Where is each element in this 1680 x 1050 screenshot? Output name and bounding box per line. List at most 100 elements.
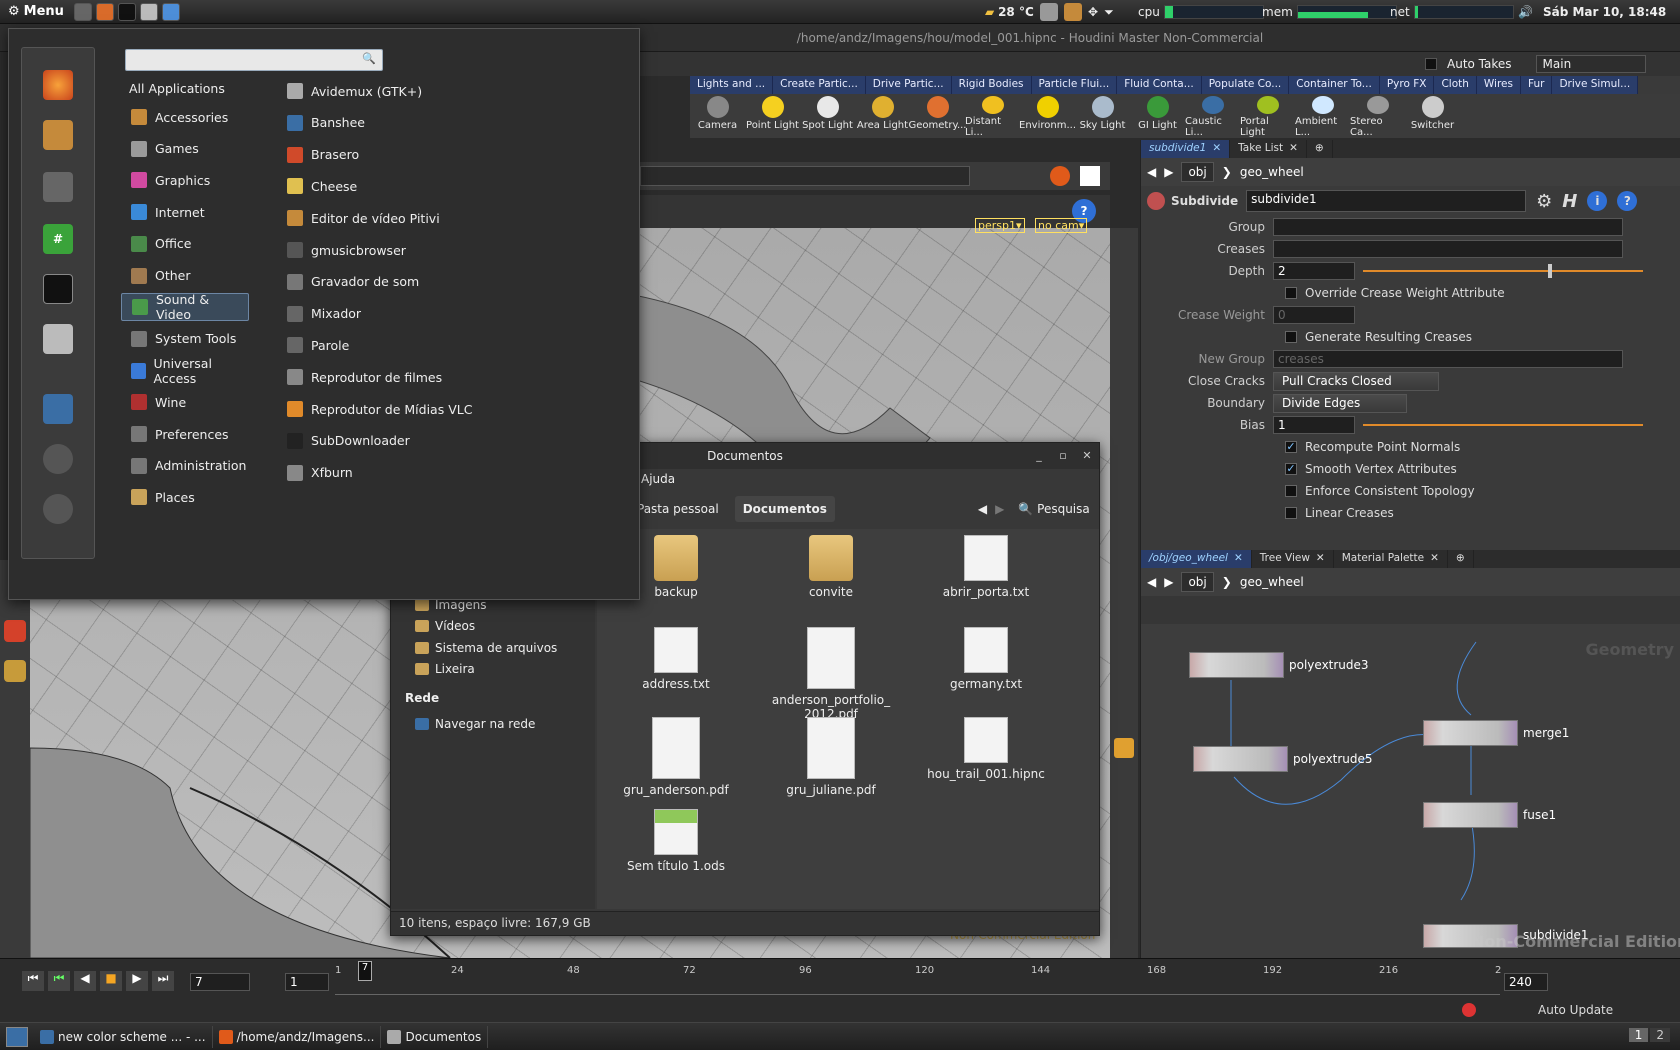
clock[interactable]: Sáb Mar 10, 18:48 bbox=[1543, 5, 1666, 19]
shelf-tool-area-light[interactable]: Area Light bbox=[855, 94, 910, 138]
shelf-tab-create-partic[interactable]: Create Partic... bbox=[773, 76, 866, 94]
dropbox-icon[interactable]: ✥ bbox=[1088, 5, 1098, 19]
step-back-key-icon[interactable]: ⏮ bbox=[48, 971, 70, 991]
file-item[interactable]: gru_juliane.pdf bbox=[756, 717, 906, 797]
menu-help[interactable]: Ajuda bbox=[641, 472, 675, 486]
camera-tray-icon[interactable] bbox=[1040, 3, 1058, 21]
menu-button[interactable]: ⚙ Menu bbox=[0, 0, 72, 24]
start-frame-field[interactable]: 1 bbox=[285, 973, 329, 991]
layout-icon[interactable] bbox=[1114, 738, 1134, 758]
path-obj[interactable]: obj bbox=[1181, 162, 1214, 182]
shelf-tool-camera[interactable]: Camera bbox=[690, 94, 745, 138]
add-net-tab-button[interactable]: ⊕ bbox=[1448, 550, 1474, 568]
menu-app-parole[interactable]: Parole bbox=[287, 331, 349, 359]
bias-field[interactable]: 1 bbox=[1273, 416, 1355, 434]
box-tray-icon[interactable] bbox=[1064, 3, 1082, 21]
recompute-normals-row[interactable]: ✓ Recompute Point Normals bbox=[1141, 436, 1680, 458]
tab-material-palette[interactable]: Material Palette ✕ bbox=[1334, 550, 1448, 568]
menu-category-office[interactable]: Office bbox=[121, 230, 249, 258]
minimize-button[interactable]: _ bbox=[1031, 449, 1047, 463]
tab-geo-wheel[interactable]: /obj/geo_wheel ✕ bbox=[1141, 550, 1252, 568]
menu-category-wine[interactable]: Wine bbox=[121, 388, 249, 416]
close-button[interactable]: ✕ bbox=[1079, 449, 1095, 463]
shelf-tool-distant-li[interactable]: Distant Li... bbox=[965, 94, 1020, 138]
menu-category-administration[interactable]: Administration bbox=[121, 452, 249, 480]
sidebar-item-lixeira[interactable]: Lixeira bbox=[391, 658, 595, 680]
forward-icon[interactable]: ▶ bbox=[1164, 165, 1173, 179]
render-icon[interactable] bbox=[1050, 166, 1070, 186]
sidebar-item-v-deos[interactable]: Vídeos bbox=[391, 615, 595, 637]
shelf-tab-drive-partic[interactable]: Drive Partic... bbox=[865, 76, 952, 94]
file-item[interactable]: Sem título 1.ods bbox=[601, 809, 751, 873]
shelf-tool-gi-light[interactable]: GI Light bbox=[1130, 94, 1185, 138]
shelf-tool-switcher[interactable]: Switcher bbox=[1405, 94, 1460, 138]
menu-category-sound-video[interactable]: Sound & Video bbox=[121, 292, 249, 322]
menu-category-preferences[interactable]: Preferences bbox=[121, 420, 249, 448]
jump-start-icon[interactable]: ⏮ bbox=[22, 971, 44, 991]
shelf-tab-fluid-conta[interactable]: Fluid Conta... bbox=[1117, 76, 1202, 94]
menu-app-xfburn[interactable]: Xfburn bbox=[287, 459, 353, 487]
shelf-tool-portal-light[interactable]: Portal Light bbox=[1240, 94, 1295, 138]
file-item[interactable]: abrir_porta.txt bbox=[911, 535, 1061, 599]
tab-take-list[interactable]: Take List ✕ bbox=[1230, 140, 1307, 158]
end-frame-field[interactable]: 240 bbox=[1504, 973, 1548, 991]
firefox-fav-icon[interactable] bbox=[43, 70, 73, 100]
back-icon[interactable]: ◀ bbox=[1147, 165, 1156, 179]
files-icon[interactable] bbox=[139, 2, 158, 21]
magnet-icon[interactable] bbox=[4, 620, 26, 642]
shelf-tool-sky-light[interactable]: Sky Light bbox=[1075, 94, 1130, 138]
menu-category-accessories[interactable]: Accessories bbox=[121, 103, 249, 131]
file-item[interactable]: germany.txt bbox=[911, 627, 1061, 691]
override-crease-row[interactable]: Override Crease Weight Attribute bbox=[1141, 282, 1680, 304]
auto-takes-checkbox[interactable] bbox=[1425, 58, 1437, 70]
sidebar-item-sistema-de-arquivos[interactable]: Sistema de arquivos bbox=[391, 637, 595, 659]
depth-field[interactable]: 2 bbox=[1273, 262, 1355, 280]
power-icon[interactable] bbox=[43, 494, 73, 524]
menu-category-other[interactable]: Other bbox=[121, 262, 249, 290]
camera-menu[interactable]: no cam▾ bbox=[1035, 218, 1088, 233]
add-tab-button[interactable]: ⊕ bbox=[1307, 140, 1333, 158]
crumb-home[interactable]: Pasta pessoal bbox=[629, 496, 727, 522]
menu-category-universal-access[interactable]: Universal Access bbox=[121, 356, 249, 386]
shelf-tool-spot-light[interactable]: Spot Light bbox=[800, 94, 855, 138]
error-icon[interactable] bbox=[1462, 1003, 1476, 1017]
shelf-tab-populate-co[interactable]: Populate Co... bbox=[1201, 76, 1290, 94]
net-path-node[interactable]: geo_wheel bbox=[1240, 575, 1540, 589]
package-fav-icon[interactable] bbox=[43, 120, 73, 150]
houdini-h-icon[interactable]: H bbox=[1562, 191, 1577, 212]
menu-category-graphics[interactable]: Graphics bbox=[121, 166, 249, 194]
menu-app-reprodutor-de-m-dias-vlc[interactable]: Reprodutor de Mídias VLC bbox=[287, 395, 472, 423]
shelf-tab-wires[interactable]: Wires bbox=[1476, 76, 1521, 94]
menu-app-mixador[interactable]: Mixador bbox=[287, 300, 361, 328]
file-item[interactable]: anderson_portfolio_ 2012.pdf bbox=[756, 627, 906, 721]
enforce-topology-row[interactable]: Enforce Consistent Topology bbox=[1141, 480, 1680, 502]
net-path-obj[interactable]: obj bbox=[1181, 572, 1214, 592]
weather-applet[interactable]: ▰ 28 °C bbox=[985, 0, 1034, 24]
creases-field[interactable] bbox=[1273, 240, 1623, 258]
shelf-tab-pyro-fx[interactable]: Pyro FX bbox=[1379, 76, 1435, 94]
all-applications[interactable]: All Applications bbox=[129, 81, 225, 96]
depth-slider[interactable] bbox=[1363, 264, 1643, 278]
net-back-icon[interactable]: ◀ bbox=[1147, 575, 1156, 589]
gear-icon[interactable]: ⚙ bbox=[1536, 191, 1552, 212]
forward-arrow-icon[interactable]: ▶ bbox=[995, 502, 1004, 516]
persp-menu[interactable]: persp1▾ bbox=[975, 218, 1025, 233]
back-arrow-icon[interactable]: ◀ bbox=[978, 502, 987, 516]
play-icon[interactable]: ▶ bbox=[126, 971, 148, 991]
logout-icon[interactable] bbox=[43, 444, 73, 474]
terminal-fav-icon[interactable] bbox=[43, 274, 73, 304]
workspace-1[interactable]: 1 bbox=[1628, 1028, 1649, 1042]
crumb-documentos[interactable]: Documentos bbox=[734, 496, 835, 522]
task-houdini[interactable]: /home/andz/Imagens... bbox=[213, 1025, 382, 1048]
auto-update-menu[interactable]: Auto Update bbox=[1538, 1003, 1613, 1017]
menu-app-cheese[interactable]: Cheese bbox=[287, 172, 357, 200]
shelf-tool-environm[interactable]: Environm... bbox=[1019, 94, 1076, 138]
sidebar-item-network[interactable]: Navegar na rede bbox=[391, 713, 595, 735]
menu-app-avidemux-gtk[interactable]: Avidemux (GTK+) bbox=[287, 77, 422, 105]
new-group-field[interactable]: creases bbox=[1273, 350, 1623, 368]
info-icon[interactable]: i bbox=[1587, 191, 1608, 211]
tab-tree-view[interactable]: Tree View ✕ bbox=[1252, 550, 1334, 568]
stop-icon[interactable]: ■ bbox=[100, 971, 122, 991]
handle-icon[interactable] bbox=[4, 660, 26, 682]
terminal-icon[interactable] bbox=[117, 2, 136, 21]
